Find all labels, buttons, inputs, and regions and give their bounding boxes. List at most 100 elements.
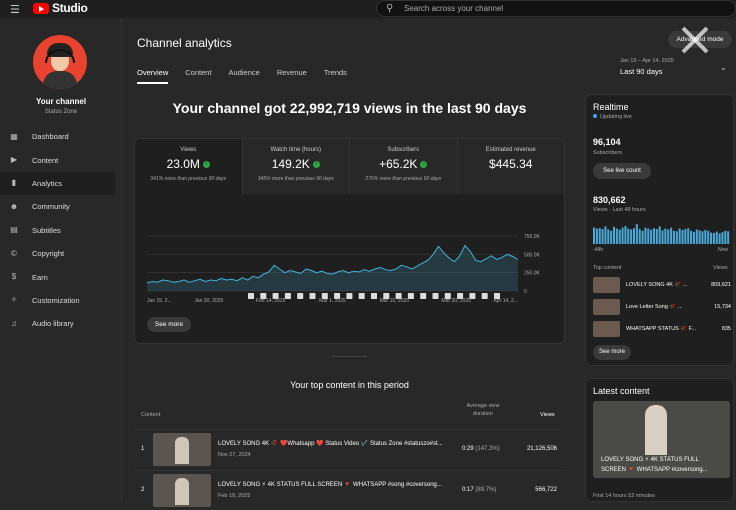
row-rank: 2 [141,487,145,493]
sidebar-item-copyright[interactable]: © Copyright [0,242,122,265]
video-marker [420,293,427,299]
sidebar-item-label: Community [32,202,70,212]
realtime-top-item[interactable]: WHATSAPP STATUS 🥀 F... 835 [593,321,731,337]
search-input[interactable]: ⚲ Search across your channel [376,0,736,17]
video-thumbnail[interactable] [153,433,211,466]
realtime-top-item[interactable]: LOVELY SONG 4K 🥀 ... 809,621 [593,277,731,293]
tab-content[interactable]: Content [185,68,211,84]
copyright-icon: © [11,248,17,258]
earn-icon: $ [11,272,17,282]
metric-subscribers[interactable]: Subscribers +65.2K ↑ 276% more than previ… [350,139,458,194]
realtime-views: 830,662 [593,195,626,205]
video-title[interactable]: LOVELY SONG 4K 🥀 ❤️Whatsapp ❤️ Status Vi… [218,440,448,447]
latest-content-card: Latest content LOVELY SONG ⚡ 4K STATUS F… [585,378,734,502]
sidebar-item-audio-library[interactable]: ♫ Audio library [0,312,122,335]
col-content: Content [141,412,161,418]
date-range-label: Last 90 days [620,67,663,76]
latest-caption-line2: SCREEN 🔻 WHATSAPP #coversong... [601,467,708,473]
realtime-bar [712,233,715,244]
avg-duration: 0:17 [462,487,474,493]
video-title[interactable]: LOVELY SONG ⚡ 4K STATUS FULL SCREEN 🔻 WH… [218,481,448,488]
realtime-title: Realtime [593,102,629,112]
metrics-row: Views 23.0M ↑ 341% more than previous 90 … [135,139,564,194]
tab-audience[interactable]: Audience [229,68,260,84]
sidebar-item-label: Analytics [32,178,63,188]
realtime-top-title: Love Letter Song 🥀 ... [626,304,683,310]
sidebar-item-label: Customization [32,295,80,305]
realtime-axis-end: Now [718,247,729,253]
sidebar-item-customization[interactable]: ✧ Customization [0,289,122,312]
realtime-bar [687,228,690,244]
tab-revenue[interactable]: Revenue [277,68,307,84]
video-thumbnail[interactable] [153,474,211,507]
video-marker [284,293,291,299]
x-tick-label: Jan 30, 2025 [194,298,223,304]
metric-watch-time[interactable]: Watch time (hours) 149.2K ↑ 345% more tha… [242,139,350,194]
realtime-bar [644,227,647,244]
realtime-see-more-button[interactable]: See more [593,345,631,360]
realtime-bar [593,227,596,244]
realtime-top-item[interactable]: Love Letter Song 🥀 ... 15,734 [593,299,731,315]
video-thumbnail [593,277,620,293]
see-more-button[interactable]: See more [147,317,191,332]
realtime-bar [675,231,678,244]
realtime-bar [727,231,730,244]
tab-trends[interactable]: Trends [324,68,347,84]
realtime-bar [641,230,644,244]
metric-views[interactable]: Views 23.0M ↑ 341% more than previous 90 … [135,139,243,194]
table-row[interactable]: 1 LOVELY SONG 4K 🥀 ❤️Whatsapp ❤️ Status … [134,429,565,469]
metric-revenue[interactable]: Estimated revenue $445.34 [457,139,564,194]
realtime-top-views: 809,621 [711,282,731,288]
audio-library-icon: ♫ [11,318,17,328]
realtime-subscribers-label: Subscribers [593,150,623,156]
realtime-bar [661,230,664,244]
sidebar-item-content[interactable]: ▶ Content [0,148,122,171]
dashboard-icon: ▦ [10,131,18,141]
metric-compare: 276% more than previous 90 days [365,176,442,182]
channel-avatar[interactable] [33,35,87,89]
tab-overview[interactable]: Overview [137,68,169,84]
menu-icon[interactable]: ☰ [10,3,20,16]
latest-content-title: Latest content [593,386,650,396]
realtime-bar [627,228,630,244]
avg-duration: 0:29 [462,446,474,452]
realtime-subscribers: 96,104 [593,137,621,147]
video-marker [432,293,439,299]
realtime-bar [601,229,604,244]
x-tick-label: Mar 30, 2025 [441,298,471,304]
up-arrow-icon: ↑ [202,161,210,169]
video-views: 566,722 [535,487,557,493]
views-chart[interactable]: 750.0K 500.0K 250.0K 0 Jan 15, 2... Jan 30, 2… [135,194,564,304]
x-tick-label: Apr 14, 2... [494,298,518,304]
video-marker [346,293,353,299]
table-row[interactable]: 2 LOVELY SONG ⚡ 4K STATUS FULL SCREEN 🔻 … [134,470,565,510]
date-range: Jan 15 – Apr 14, 2025 [620,58,674,64]
realtime-bar [718,233,721,244]
col-views[interactable]: Views [540,412,555,418]
sidebar-item-dashboard[interactable]: ▦ Dashboard [0,125,122,148]
latest-footer: First 14 hours 52 minutes [593,493,656,499]
chevron-down-icon[interactable]: ⌄ [720,63,727,72]
up-arrow-icon: ↑ [420,161,428,169]
video-views: 21,126,506 [526,446,557,452]
realtime-bar [621,227,624,244]
sidebar-item-subtitles[interactable]: ▤ Subtitles [0,219,122,242]
close-overlay-icon [678,26,712,54]
sidebar-item-analytics[interactable]: ▮ Analytics [0,171,115,196]
sidebar-item-label: Audio library [32,319,74,329]
date-range-picker[interactable]: Jan 15 – Apr 14, 2025 Last 90 days [620,58,674,76]
realtime-bar-chart[interactable] [593,220,730,244]
sidebar-item-community[interactable]: ☻ Community [0,195,122,218]
views-area [147,245,518,291]
sidebar-item-earn[interactable]: $ Earn [0,265,122,288]
metric-label: Estimated revenue [485,147,536,153]
see-live-count-button[interactable]: See live count [593,163,651,179]
realtime-bar [624,225,627,244]
realtime-bar [724,230,727,244]
latest-video-thumbnail[interactable]: LOVELY SONG ⚡ 4K STATUS FULL SCREEN 🔻 WH… [593,401,730,478]
studio-logo[interactable]: Studio [33,1,88,15]
realtime-bar [638,229,641,244]
up-arrow-icon: ↑ [312,161,320,169]
analytics-tabs: Overview Content Audience Revenue Trends [137,68,347,84]
realtime-bar [647,228,650,244]
